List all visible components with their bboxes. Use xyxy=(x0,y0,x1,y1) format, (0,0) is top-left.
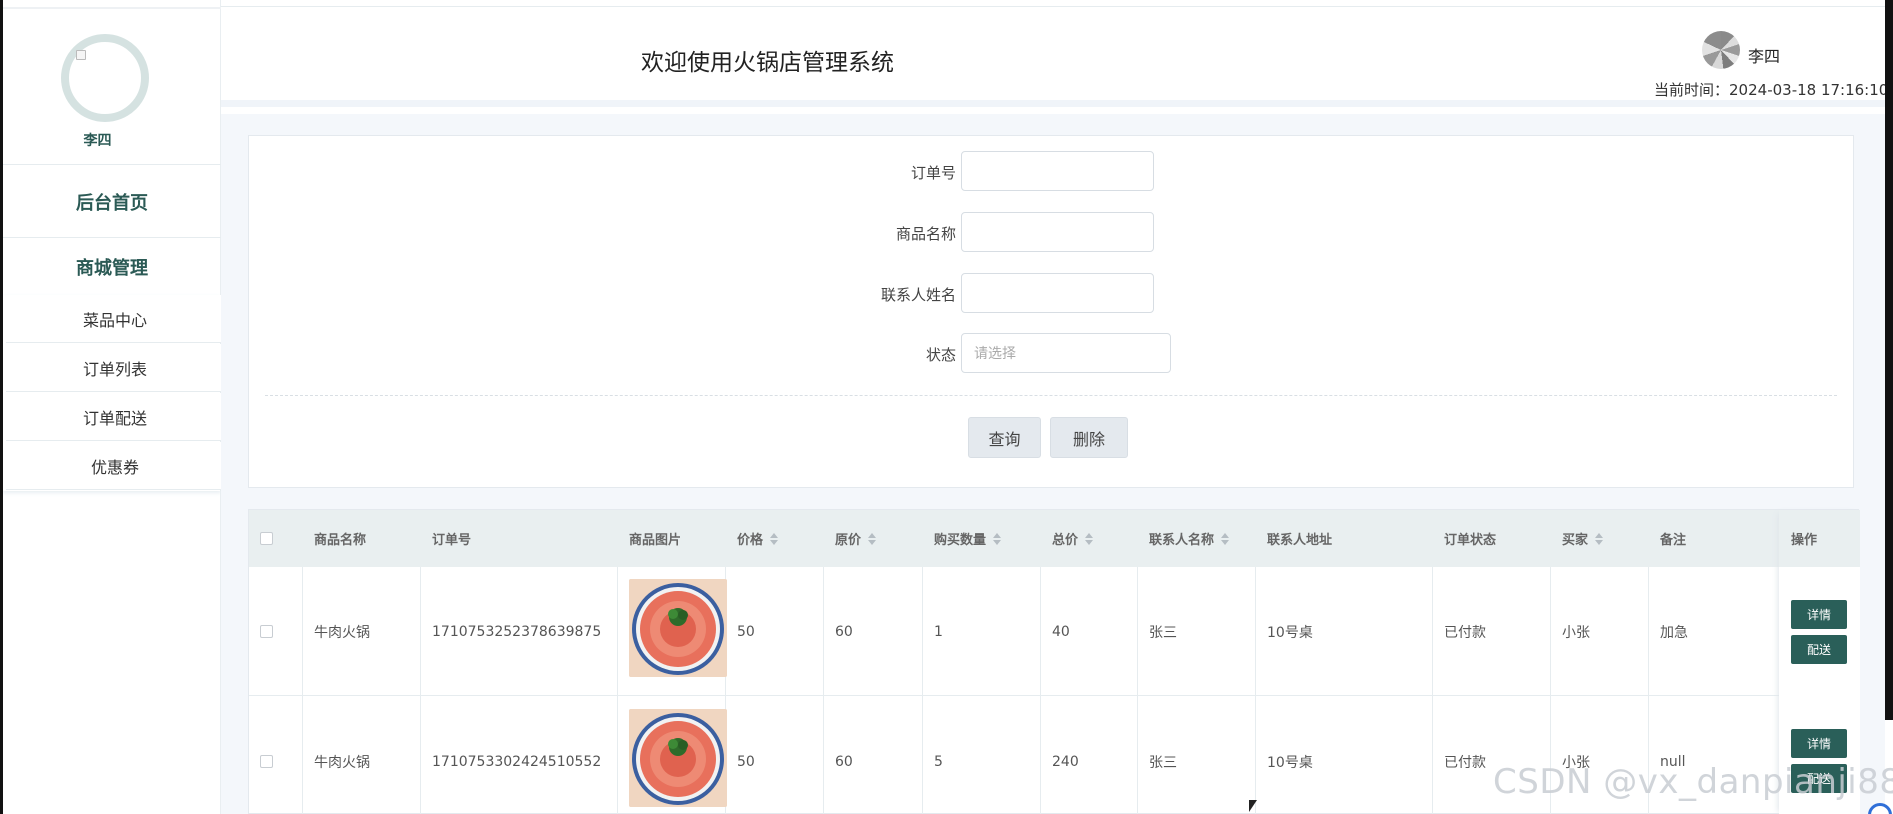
status-select[interactable]: 请选择 xyxy=(961,333,1171,373)
sidebar-profile: 李四 xyxy=(0,0,221,165)
sort-icon[interactable] xyxy=(1595,532,1604,545)
cell-product: 牛肉火锅 xyxy=(314,754,370,771)
cell-buyer: 小张 xyxy=(1562,624,1590,641)
product-name-label: 商品名称 xyxy=(895,225,956,243)
product-image xyxy=(629,709,727,807)
detail-button[interactable]: 详情 xyxy=(1791,600,1847,629)
status-label: 状态 xyxy=(925,346,956,364)
col-total[interactable]: 总价 xyxy=(1052,510,1094,567)
sort-icon[interactable] xyxy=(993,532,1002,545)
user-avatar[interactable] xyxy=(1702,31,1740,69)
order-no-input[interactable] xyxy=(961,151,1154,191)
divider xyxy=(265,395,1837,396)
cell-address: 10号桌 xyxy=(1267,754,1313,771)
cell-address: 10号桌 xyxy=(1267,624,1313,641)
sidebar-group-mall[interactable]: 商城管理 xyxy=(3,239,221,295)
cell-price: 50 xyxy=(737,753,755,770)
sidebar-user-name: 李四 xyxy=(83,133,112,149)
cell-original-price: 60 xyxy=(835,623,853,640)
window-edge xyxy=(0,0,3,814)
watermark: CSDN @vx_danpianji889 xyxy=(1493,762,1893,802)
row-checkbox[interactable] xyxy=(260,567,273,696)
col-price[interactable]: 价格 xyxy=(737,510,779,567)
contact-name-label: 联系人姓名 xyxy=(880,286,956,304)
sort-icon[interactable] xyxy=(1085,532,1094,545)
cell-price: 50 xyxy=(737,623,755,640)
order-no-label: 订单号 xyxy=(910,164,956,182)
contact-name-input[interactable] xyxy=(961,273,1154,313)
header-user-name[interactable]: 李四 xyxy=(1748,43,1780,67)
product-image xyxy=(629,579,727,677)
col-price-label: 价格 xyxy=(737,533,764,548)
cell-quantity: 5 xyxy=(934,753,943,770)
table-row: 牛肉火锅 1710753252378639875 50 60 1 40 张三 1… xyxy=(249,567,1860,696)
avatar[interactable] xyxy=(61,34,149,122)
col-buyer[interactable]: 买家 xyxy=(1562,510,1604,567)
sidebar-item-home[interactable]: 后台首页 xyxy=(3,166,221,238)
col-order-status: 订单状态 xyxy=(1444,533,1497,548)
current-time-value: 2024-03-18 17:16:10 xyxy=(1729,81,1889,99)
col-contact-name-label: 联系人名称 xyxy=(1149,533,1215,548)
col-product-image: 商品图片 xyxy=(629,533,682,548)
query-button[interactable]: 查询 xyxy=(968,417,1041,458)
col-contact-name[interactable]: 联系人名称 xyxy=(1149,510,1230,567)
sidebar: 李四 后台首页 商城管理 菜品中心 订单列表 订单配送 优惠券 xyxy=(0,0,224,814)
col-contact-address: 联系人地址 xyxy=(1267,533,1333,548)
col-original-price-label: 原价 xyxy=(835,533,862,548)
deliver-button[interactable]: 配送 xyxy=(1791,635,1847,664)
cell-contact: 张三 xyxy=(1149,624,1177,641)
cell-product: 牛肉火锅 xyxy=(314,624,370,641)
col-quantity-label: 购买数量 xyxy=(934,533,987,548)
product-name-input[interactable] xyxy=(961,212,1154,252)
row-checkbox[interactable] xyxy=(260,697,273,814)
cell-contact: 张三 xyxy=(1149,754,1177,771)
page-title: 欢迎使用火锅店管理系统 xyxy=(641,50,894,76)
cell-remark: 加急 xyxy=(1660,624,1688,641)
current-time-label: 当前时间： xyxy=(1654,81,1730,99)
col-buyer-label: 买家 xyxy=(1562,533,1589,548)
sidebar-item-coupons[interactable]: 优惠券 xyxy=(6,442,224,490)
sort-icon[interactable] xyxy=(1221,532,1230,545)
cell-order-no: 1710753252378639875 xyxy=(432,623,602,640)
sidebar-item-dishes[interactable]: 菜品中心 xyxy=(6,295,224,343)
col-total-label: 总价 xyxy=(1052,533,1079,548)
sidebar-item-orders[interactable]: 订单列表 xyxy=(6,344,224,392)
cell-order-no: 1710753302424510552 xyxy=(432,753,602,770)
col-quantity[interactable]: 购买数量 xyxy=(934,510,1002,567)
cell-total: 40 xyxy=(1052,623,1070,640)
col-remark: 备注 xyxy=(1660,533,1687,548)
sort-icon[interactable] xyxy=(770,532,779,545)
main-content: 订单号 商品名称 联系人姓名 状态 请选择 查询 删除 商品名称 订单号 商品图… xyxy=(221,114,1885,814)
sort-icon[interactable] xyxy=(868,532,877,545)
cell-status: 已付款 xyxy=(1444,754,1486,771)
divider xyxy=(221,0,1885,7)
window-edge xyxy=(1885,0,1893,720)
col-original-price[interactable]: 原价 xyxy=(835,510,877,567)
mouse-cursor-icon xyxy=(1249,800,1257,812)
divider xyxy=(3,7,221,9)
cell-status: 已付款 xyxy=(1444,624,1486,641)
cell-original-price: 60 xyxy=(835,753,853,770)
col-product-name: 商品名称 xyxy=(314,533,367,548)
delete-button[interactable]: 删除 xyxy=(1050,417,1128,458)
sidebar-submenu: 菜品中心 订单列表 订单配送 优惠券 xyxy=(3,295,224,491)
cell-total: 240 xyxy=(1052,753,1079,770)
col-order-no: 订单号 xyxy=(432,533,472,548)
help-icon[interactable] xyxy=(1868,803,1892,814)
table-header: 商品名称 订单号 商品图片 价格 原价 购买数量 总价 联系人名称 联系人地址 … xyxy=(249,510,1860,567)
search-form: 订单号 商品名称 联系人姓名 状态 请选择 查询 删除 xyxy=(248,135,1854,488)
col-operation: 操作 xyxy=(1779,510,1860,567)
broken-image-icon xyxy=(76,50,86,60)
cell-quantity: 1 xyxy=(934,623,943,640)
sidebar-item-delivery[interactable]: 订单配送 xyxy=(6,393,224,441)
current-time: 当前时间：2024-03-18 17:16:10 xyxy=(1654,79,1888,100)
header: 欢迎使用火锅店管理系统 李四 当前时间：2024-03-18 17:16:10 xyxy=(221,7,1893,107)
detail-button[interactable]: 详情 xyxy=(1791,729,1847,758)
select-all-checkbox[interactable] xyxy=(260,510,273,567)
